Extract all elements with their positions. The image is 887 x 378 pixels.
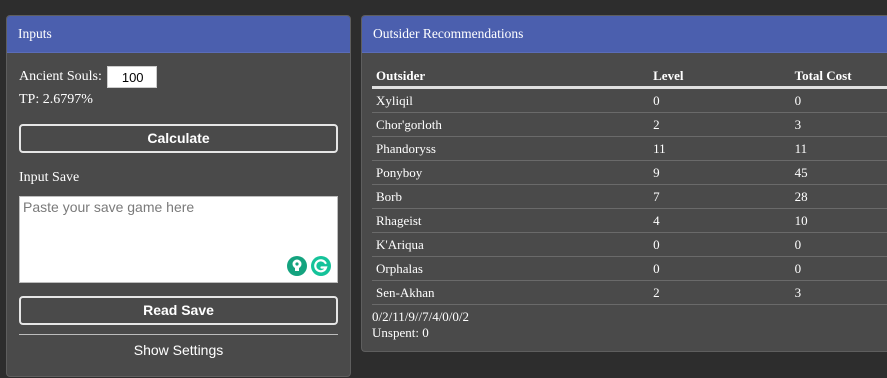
outsider-name: Ponyboy: [372, 160, 650, 185]
tp-value: TP: 2.6797%: [19, 92, 93, 107]
outsider-level: 2: [649, 112, 791, 137]
show-settings-toggle[interactable]: Show Settings: [19, 342, 338, 358]
table-row: Xyliqil 0 0: [372, 87, 887, 113]
column-header-level: Level: [649, 65, 791, 89]
outsider-level: 9: [649, 160, 791, 185]
outsider-cost: 0: [790, 87, 887, 113]
table-row: Rhageist 4 10: [372, 208, 887, 233]
outsider-cost: 45: [790, 160, 887, 185]
grammarly-bulb-icon[interactable]: [287, 256, 307, 276]
outsider-name: Chor'gorloth: [372, 112, 650, 137]
outsider-name: K'Ariqua: [372, 232, 650, 257]
ancient-souls-input[interactable]: 100: [106, 66, 157, 88]
save-placeholder: Paste your save game here: [23, 199, 195, 215]
outsider-cost: 28: [790, 184, 887, 209]
table-row: K'Ariqua 0 0: [372, 232, 887, 257]
outsider-name: Borb: [372, 184, 650, 209]
table-row: Chor'gorloth 2 3: [372, 112, 887, 137]
outsider-level: 11: [649, 136, 791, 161]
outsider-level: 7: [649, 184, 791, 209]
table-row: Sen-Akhan 2 3: [372, 280, 887, 305]
read-save-button[interactable]: Read Save: [19, 296, 338, 325]
outsider-cost: 10: [790, 208, 887, 233]
ancient-souls-label: Ancient Souls:: [19, 69, 102, 84]
calculate-button[interactable]: Calculate: [19, 124, 338, 153]
outsider-level: 0: [649, 87, 791, 113]
outsiders-panel: Outsider Recommendations Outsider Level …: [361, 15, 887, 352]
save-textarea[interactable]: Paste your save game here: [19, 196, 338, 283]
outsider-name: Xyliqil: [372, 87, 650, 113]
outsider-name: Sen-Akhan: [372, 280, 650, 305]
outsider-name: Phandoryss: [372, 136, 650, 161]
inputs-panel: Inputs Ancient Souls: 100 TP: 2.6797% Ca…: [6, 15, 351, 377]
table-row: Borb 7 28: [372, 184, 887, 209]
outsider-cost: 11: [790, 136, 887, 161]
outsiders-table: Outsider Level Total Cost Xyliqil 0 0 Ch…: [372, 65, 887, 305]
outsider-name: Rhageist: [372, 208, 650, 233]
input-save-label: Input Save: [19, 170, 80, 185]
inputs-header: Inputs: [7, 16, 350, 53]
table-row: Phandoryss 11 11: [372, 136, 887, 161]
unspent-souls: Unspent: 0: [372, 325, 429, 340]
outsider-cost: 3: [790, 112, 887, 137]
ancient-souls-row: Ancient Souls: 100: [19, 66, 157, 88]
grammarly-icons: [287, 256, 331, 276]
divider: [19, 334, 338, 335]
outsider-level: 2: [649, 280, 791, 305]
table-row: Orphalas 0 0: [372, 256, 887, 281]
outsider-name: Orphalas: [372, 256, 650, 281]
outsider-cost: 0: [790, 256, 887, 281]
outsider-level: 0: [649, 256, 791, 281]
table-header-row: Outsider Level Total Cost: [372, 65, 887, 89]
outsider-level: 0: [649, 232, 791, 257]
grammarly-g-icon[interactable]: [311, 256, 331, 276]
outsider-level: 4: [649, 208, 791, 233]
outsider-cost: 0: [790, 232, 887, 257]
table-row: Ponyboy 9 45: [372, 160, 887, 185]
outsiders-header: Outsider Recommendations: [362, 16, 887, 53]
column-header-outsider: Outsider: [372, 65, 650, 89]
build-string: 0/2/11/9//7/4/0/0/2: [372, 309, 470, 324]
column-header-total-cost: Total Cost: [790, 65, 887, 89]
outsider-cost: 3: [790, 280, 887, 305]
